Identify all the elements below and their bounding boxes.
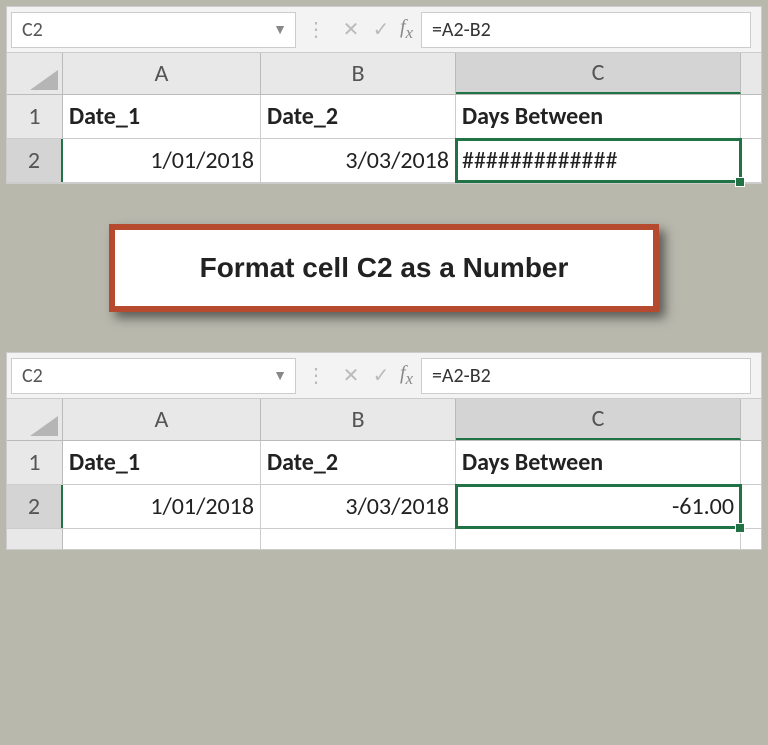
cell-a1[interactable]: Date_1 bbox=[63, 95, 261, 138]
cancel-icon[interactable]: ✕ bbox=[336, 363, 366, 388]
cell-b2[interactable]: 3/03/2018 bbox=[261, 485, 456, 528]
cell-a1[interactable]: Date_1 bbox=[63, 441, 261, 484]
cell-b3[interactable] bbox=[261, 529, 456, 549]
cell-c1[interactable]: Days Between bbox=[456, 95, 741, 138]
col-header-b[interactable]: B bbox=[261, 53, 456, 94]
cancel-icon[interactable]: ✕ bbox=[336, 17, 366, 42]
fx-icon[interactable]: fx bbox=[400, 362, 413, 389]
callout-box: Format cell C2 as a Number bbox=[109, 224, 659, 312]
formula-text: =A2-B2 bbox=[432, 18, 491, 42]
name-box-value: C2 bbox=[22, 364, 43, 388]
grid-top: A B C 1 Date_1 Date_2 Days Between 2 1/0… bbox=[7, 53, 761, 183]
cell-c2[interactable]: ############# bbox=[456, 139, 741, 182]
separator-icon: ⋮ bbox=[306, 17, 326, 42]
cell-a2[interactable]: 1/01/2018 bbox=[63, 485, 261, 528]
name-box-value: C2 bbox=[22, 18, 43, 42]
cell-a2[interactable]: 1/01/2018 bbox=[63, 139, 261, 182]
separator-icon: ⋮ bbox=[306, 363, 326, 388]
formula-input[interactable]: =A2-B2 bbox=[421, 358, 751, 394]
col-header-a[interactable]: A bbox=[63, 399, 261, 440]
cell-c1[interactable]: Days Between bbox=[456, 441, 741, 484]
row-2: 2 1/01/2018 3/03/2018 -61.00 bbox=[7, 485, 761, 529]
cell-a3[interactable] bbox=[63, 529, 261, 549]
fx-icon[interactable]: fx bbox=[400, 16, 413, 43]
enter-icon[interactable]: ✓ bbox=[366, 17, 396, 42]
select-all-corner[interactable] bbox=[7, 53, 63, 94]
formula-input[interactable]: =A2-B2 bbox=[421, 12, 751, 48]
cell-b1[interactable]: Date_2 bbox=[261, 95, 456, 138]
excel-view-top: C2 ▼ ⋮ ✕ ✓ fx =A2-B2 A B C 1 Date_1 Date… bbox=[6, 6, 762, 184]
enter-icon[interactable]: ✓ bbox=[366, 363, 396, 388]
grid-bottom: A B C 1 Date_1 Date_2 Days Between 2 1/0… bbox=[7, 399, 761, 549]
cell-c2[interactable]: -61.00 bbox=[456, 485, 741, 528]
col-header-c[interactable]: C bbox=[456, 53, 741, 94]
callout-text: Format cell C2 as a Number bbox=[200, 252, 569, 283]
row-1: 1 Date_1 Date_2 Days Between bbox=[7, 95, 761, 139]
row-3-partial bbox=[7, 529, 761, 549]
column-headers: A B C bbox=[7, 53, 761, 95]
name-box[interactable]: C2 ▼ bbox=[11, 358, 296, 394]
cell-b2[interactable]: 3/03/2018 bbox=[261, 139, 456, 182]
cell-c3[interactable] bbox=[456, 529, 741, 549]
row-header-1[interactable]: 1 bbox=[7, 441, 63, 484]
formula-text: =A2-B2 bbox=[432, 364, 491, 388]
excel-view-bottom: C2 ▼ ⋮ ✕ ✓ fx =A2-B2 A B C 1 Date_1 Date… bbox=[6, 352, 762, 550]
formula-bar-top: C2 ▼ ⋮ ✕ ✓ fx =A2-B2 bbox=[7, 7, 761, 53]
row-header-1[interactable]: 1 bbox=[7, 95, 63, 138]
formula-bar-bottom: C2 ▼ ⋮ ✕ ✓ fx =A2-B2 bbox=[7, 353, 761, 399]
row-header-2[interactable]: 2 bbox=[7, 139, 63, 182]
col-header-a[interactable]: A bbox=[63, 53, 261, 94]
row-header-2[interactable]: 2 bbox=[7, 485, 63, 528]
col-header-c[interactable]: C bbox=[456, 399, 741, 440]
col-header-b[interactable]: B bbox=[261, 399, 456, 440]
row-2: 2 1/01/2018 3/03/2018 ############# bbox=[7, 139, 761, 183]
select-all-corner[interactable] bbox=[7, 399, 63, 440]
column-headers: A B C bbox=[7, 399, 761, 441]
name-box-dropdown-icon[interactable]: ▼ bbox=[273, 21, 287, 38]
row-1: 1 Date_1 Date_2 Days Between bbox=[7, 441, 761, 485]
row-header-3[interactable] bbox=[7, 529, 63, 549]
cell-b1[interactable]: Date_2 bbox=[261, 441, 456, 484]
name-box-dropdown-icon[interactable]: ▼ bbox=[273, 367, 287, 384]
name-box[interactable]: C2 ▼ bbox=[11, 12, 296, 48]
